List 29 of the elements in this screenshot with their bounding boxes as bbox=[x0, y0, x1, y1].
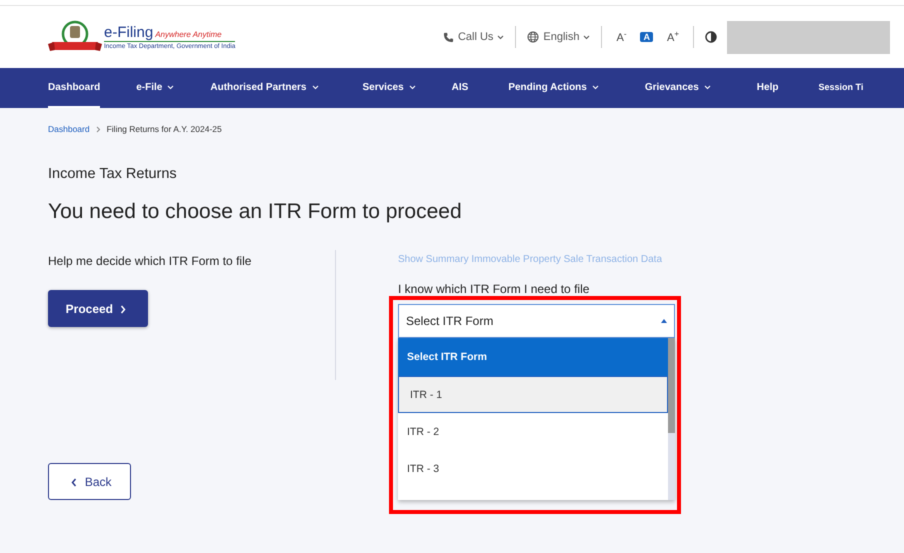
nav-item[interactable]: Dashboard bbox=[48, 68, 100, 108]
help-text: Help me decide which ITR Form to file bbox=[48, 254, 252, 268]
breadcrumb-current: Filing Returns for A.Y. 2024-25 bbox=[106, 124, 222, 134]
back-button[interactable]: Back bbox=[48, 463, 131, 500]
nav-item[interactable]: Session Ti bbox=[818, 68, 864, 108]
font-reset-button[interactable]: A bbox=[640, 32, 653, 42]
font-decrease-button[interactable]: A$^{-}$ bbox=[613, 30, 630, 44]
dropdown-option[interactable]: ITR - 3 bbox=[398, 450, 668, 487]
nav-item[interactable]: Services bbox=[362, 68, 416, 108]
dropdown-option[interactable]: ITR - 1 bbox=[398, 376, 668, 413]
nav-item[interactable]: e-File bbox=[136, 68, 174, 108]
nav-item[interactable]: Authorised Partners bbox=[210, 68, 318, 108]
field-label: I know which ITR Form I need to file bbox=[398, 282, 590, 296]
page-heading: You need to choose an ITR Form to proceed bbox=[48, 200, 463, 224]
section-title: Income Tax Returns bbox=[48, 166, 178, 182]
language-button[interactable]: English bbox=[527, 31, 590, 43]
nav-item[interactable]: Help bbox=[756, 68, 778, 108]
nav-item[interactable]: Grievances bbox=[644, 68, 711, 108]
proceed-button[interactable]: Proceed bbox=[48, 290, 148, 327]
dropdown-option[interactable]: Select ITR Form bbox=[398, 338, 668, 376]
nav-item[interactable]: Pending Actions bbox=[508, 68, 599, 108]
itr-select[interactable]: Select ITR Form bbox=[398, 304, 675, 338]
nav-item[interactable]: AIS bbox=[452, 68, 468, 108]
breadcrumb-link[interactable]: Dashboard bbox=[48, 124, 90, 134]
dropdown-option[interactable]: ITR - 2 bbox=[398, 413, 668, 450]
logo-title: e-Filing bbox=[104, 24, 154, 41]
call-us-button[interactable]: Call Us bbox=[442, 31, 504, 43]
font-increase-button[interactable]: A$^{+}$ bbox=[664, 30, 682, 44]
logo-tagline: Anywhere Anytime bbox=[155, 30, 222, 39]
